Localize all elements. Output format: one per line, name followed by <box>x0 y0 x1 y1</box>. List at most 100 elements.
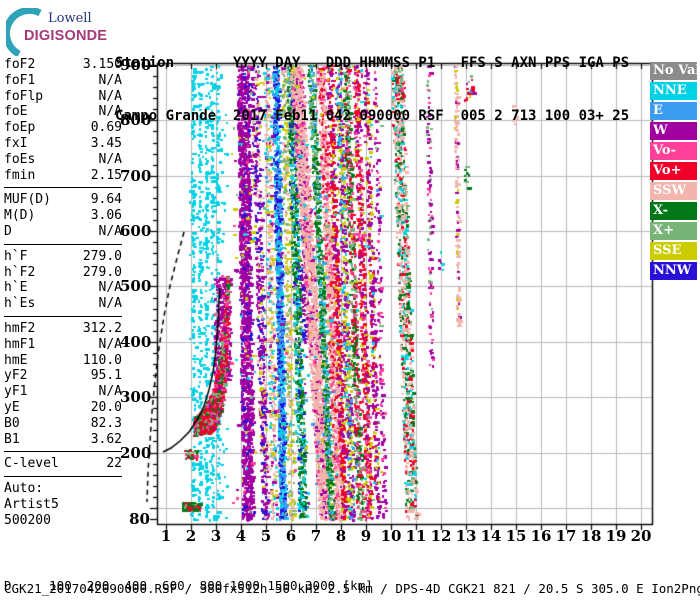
file-info-footer: CGK21_2017042090000.RSF / 380fx512h 50 k… <box>4 581 700 596</box>
x-tick-label-18: 18 <box>580 527 602 545</box>
param-label: foEs <box>4 151 36 167</box>
y-tick-label-900: 900 <box>120 56 152 74</box>
param-value: N/A <box>98 88 122 104</box>
param-value: 3.150 <box>82 57 122 72</box>
param-separator <box>4 315 122 317</box>
param-label: hmF1 <box>4 336 36 352</box>
legend-item-e: E <box>650 102 697 120</box>
param-value: N/A <box>98 151 122 167</box>
param-row-foe: foE N/A <box>4 104 122 120</box>
param-separator <box>4 451 122 453</box>
header-line-2: Campo Grande 2017 Feb11 042 090000 RSF 0… <box>115 107 630 124</box>
param-row-hf2: h`F2 279.0 <box>4 265 122 281</box>
digisonde-ionogram-app: Lowell DIGISONDE Station YYYY DAY DDD HH… <box>0 0 700 600</box>
param-row-mufd: MUF(D) 9.64 <box>4 192 122 208</box>
param-value: 3.06 <box>90 208 122 224</box>
param-row-foflp: foFlp N/A <box>4 89 122 105</box>
x-tick-label-20: 20 <box>630 527 652 545</box>
x-tick-label-6: 6 <box>285 527 297 545</box>
param-label: foFlp <box>4 88 44 104</box>
param-value: 110.0 <box>82 352 122 368</box>
x-tick-label-13: 13 <box>455 527 477 545</box>
x-tick-label-15: 15 <box>505 527 527 545</box>
velocity-legend: No Val NNE E W Vo- Vo+ SSW X- X+ SSE NNW <box>650 62 700 282</box>
param-row-he: h`E N/A <box>4 280 122 296</box>
x-tick-label-8: 8 <box>335 527 347 545</box>
param-row-yf1: yF1 N/A <box>4 384 122 400</box>
legend-item-sse: SSE <box>650 242 697 260</box>
param-value: 0.69 <box>90 120 122 136</box>
param-row-auto: Auto: <box>4 481 122 497</box>
param-label: yF1 <box>4 384 28 400</box>
param-value: 95.1 <box>90 368 122 384</box>
x-tick-label-11: 11 <box>405 527 427 545</box>
x-tick-label-19: 19 <box>605 527 627 545</box>
param-value: N/A <box>98 384 122 400</box>
param-label: h`F2 <box>4 264 36 280</box>
param-label: M(D) <box>4 208 36 224</box>
param-label: fxI <box>4 135 28 151</box>
param-label: fmin <box>4 167 36 183</box>
x-tick-label-2: 2 <box>185 527 197 545</box>
param-value: 9.64 <box>90 192 122 208</box>
legend-item-w: W <box>650 122 697 140</box>
param-value: N/A <box>98 296 122 312</box>
param-row-d: D N/A <box>4 224 122 240</box>
param-value: N/A <box>98 104 122 120</box>
param-label: Artist5 <box>4 496 59 512</box>
header-line-1: Station YYYY DAY DDD HHMMSS P1 FFS S AXN… <box>115 55 630 71</box>
y-tick-label-700: 700 <box>120 166 152 185</box>
param-row-hf: h`F 279.0 <box>4 249 122 265</box>
x-tick-label-7: 7 <box>310 527 322 545</box>
param-row-foes: foEs N/A <box>4 152 122 168</box>
param-separator <box>4 476 122 478</box>
param-label: foF2 <box>4 57 36 72</box>
param-label: C-level <box>4 456 59 472</box>
param-row-hes: h`Es N/A <box>4 296 122 312</box>
x-tick-label-4: 4 <box>235 527 247 545</box>
y-tick-label-80: 80 <box>129 510 150 528</box>
param-label: h`Es <box>4 296 36 312</box>
legend-item-ssw: SSW <box>650 182 697 200</box>
x-tick-label-3: 3 <box>210 527 222 545</box>
param-separator <box>4 243 122 245</box>
param-value: 20.0 <box>90 399 122 415</box>
x-tick-label-10: 10 <box>380 527 402 545</box>
y-tick-label-600: 600 <box>120 222 152 241</box>
param-label: D <box>4 223 12 239</box>
param-row-artist5: Artist5 <box>4 497 122 513</box>
param-row-clevel: C-level 22 <box>4 456 122 472</box>
legend-item-nne: NNE <box>650 82 697 100</box>
param-value: 3.62 <box>90 431 122 447</box>
param-row-fxi: fxI 3.45 <box>4 136 122 152</box>
param-value: 2.15 <box>90 167 122 183</box>
y-tick-label-300: 300 <box>120 388 152 407</box>
lowell-digisonde-logo: Lowell DIGISONDE <box>6 8 121 56</box>
param-separator <box>4 187 122 189</box>
param-row-yf2: yF2 95.1 <box>4 368 122 384</box>
param-row-fof2: foF2 3.150 <box>4 57 122 73</box>
param-label: B1 <box>4 431 20 447</box>
param-value: 3.45 <box>90 135 122 151</box>
logo-digisonde-text: DIGISONDE <box>24 28 108 44</box>
param-label: foEp <box>4 120 36 136</box>
logo-lowell-text: Lowell <box>48 11 92 26</box>
param-row-fof1: foF1 N/A <box>4 73 122 89</box>
param-value: 82.3 <box>90 415 122 431</box>
param-row-hmf1: hmF1 N/A <box>4 337 122 353</box>
param-value: 279.0 <box>82 264 122 280</box>
param-label: foE <box>4 104 28 120</box>
y-tick-label-500: 500 <box>120 277 152 296</box>
param-label: hmF2 <box>4 320 36 336</box>
legend-item-x_minus: X- <box>650 202 697 220</box>
legend-item-noval: No Val <box>650 62 700 80</box>
param-row-b0: B0 82.3 <box>4 416 122 432</box>
param-label: yE <box>4 399 20 415</box>
legend-item-vo_plus: Vo+ <box>650 162 697 180</box>
param-row-fmin: fmin 2.15 <box>4 168 122 184</box>
y-tick-label-400: 400 <box>120 332 152 351</box>
legend-item-x_plus: X+ <box>650 222 697 240</box>
param-label: h`F <box>4 248 28 264</box>
param-value: 312.2 <box>82 320 122 336</box>
x-tick-label-16: 16 <box>530 527 552 545</box>
